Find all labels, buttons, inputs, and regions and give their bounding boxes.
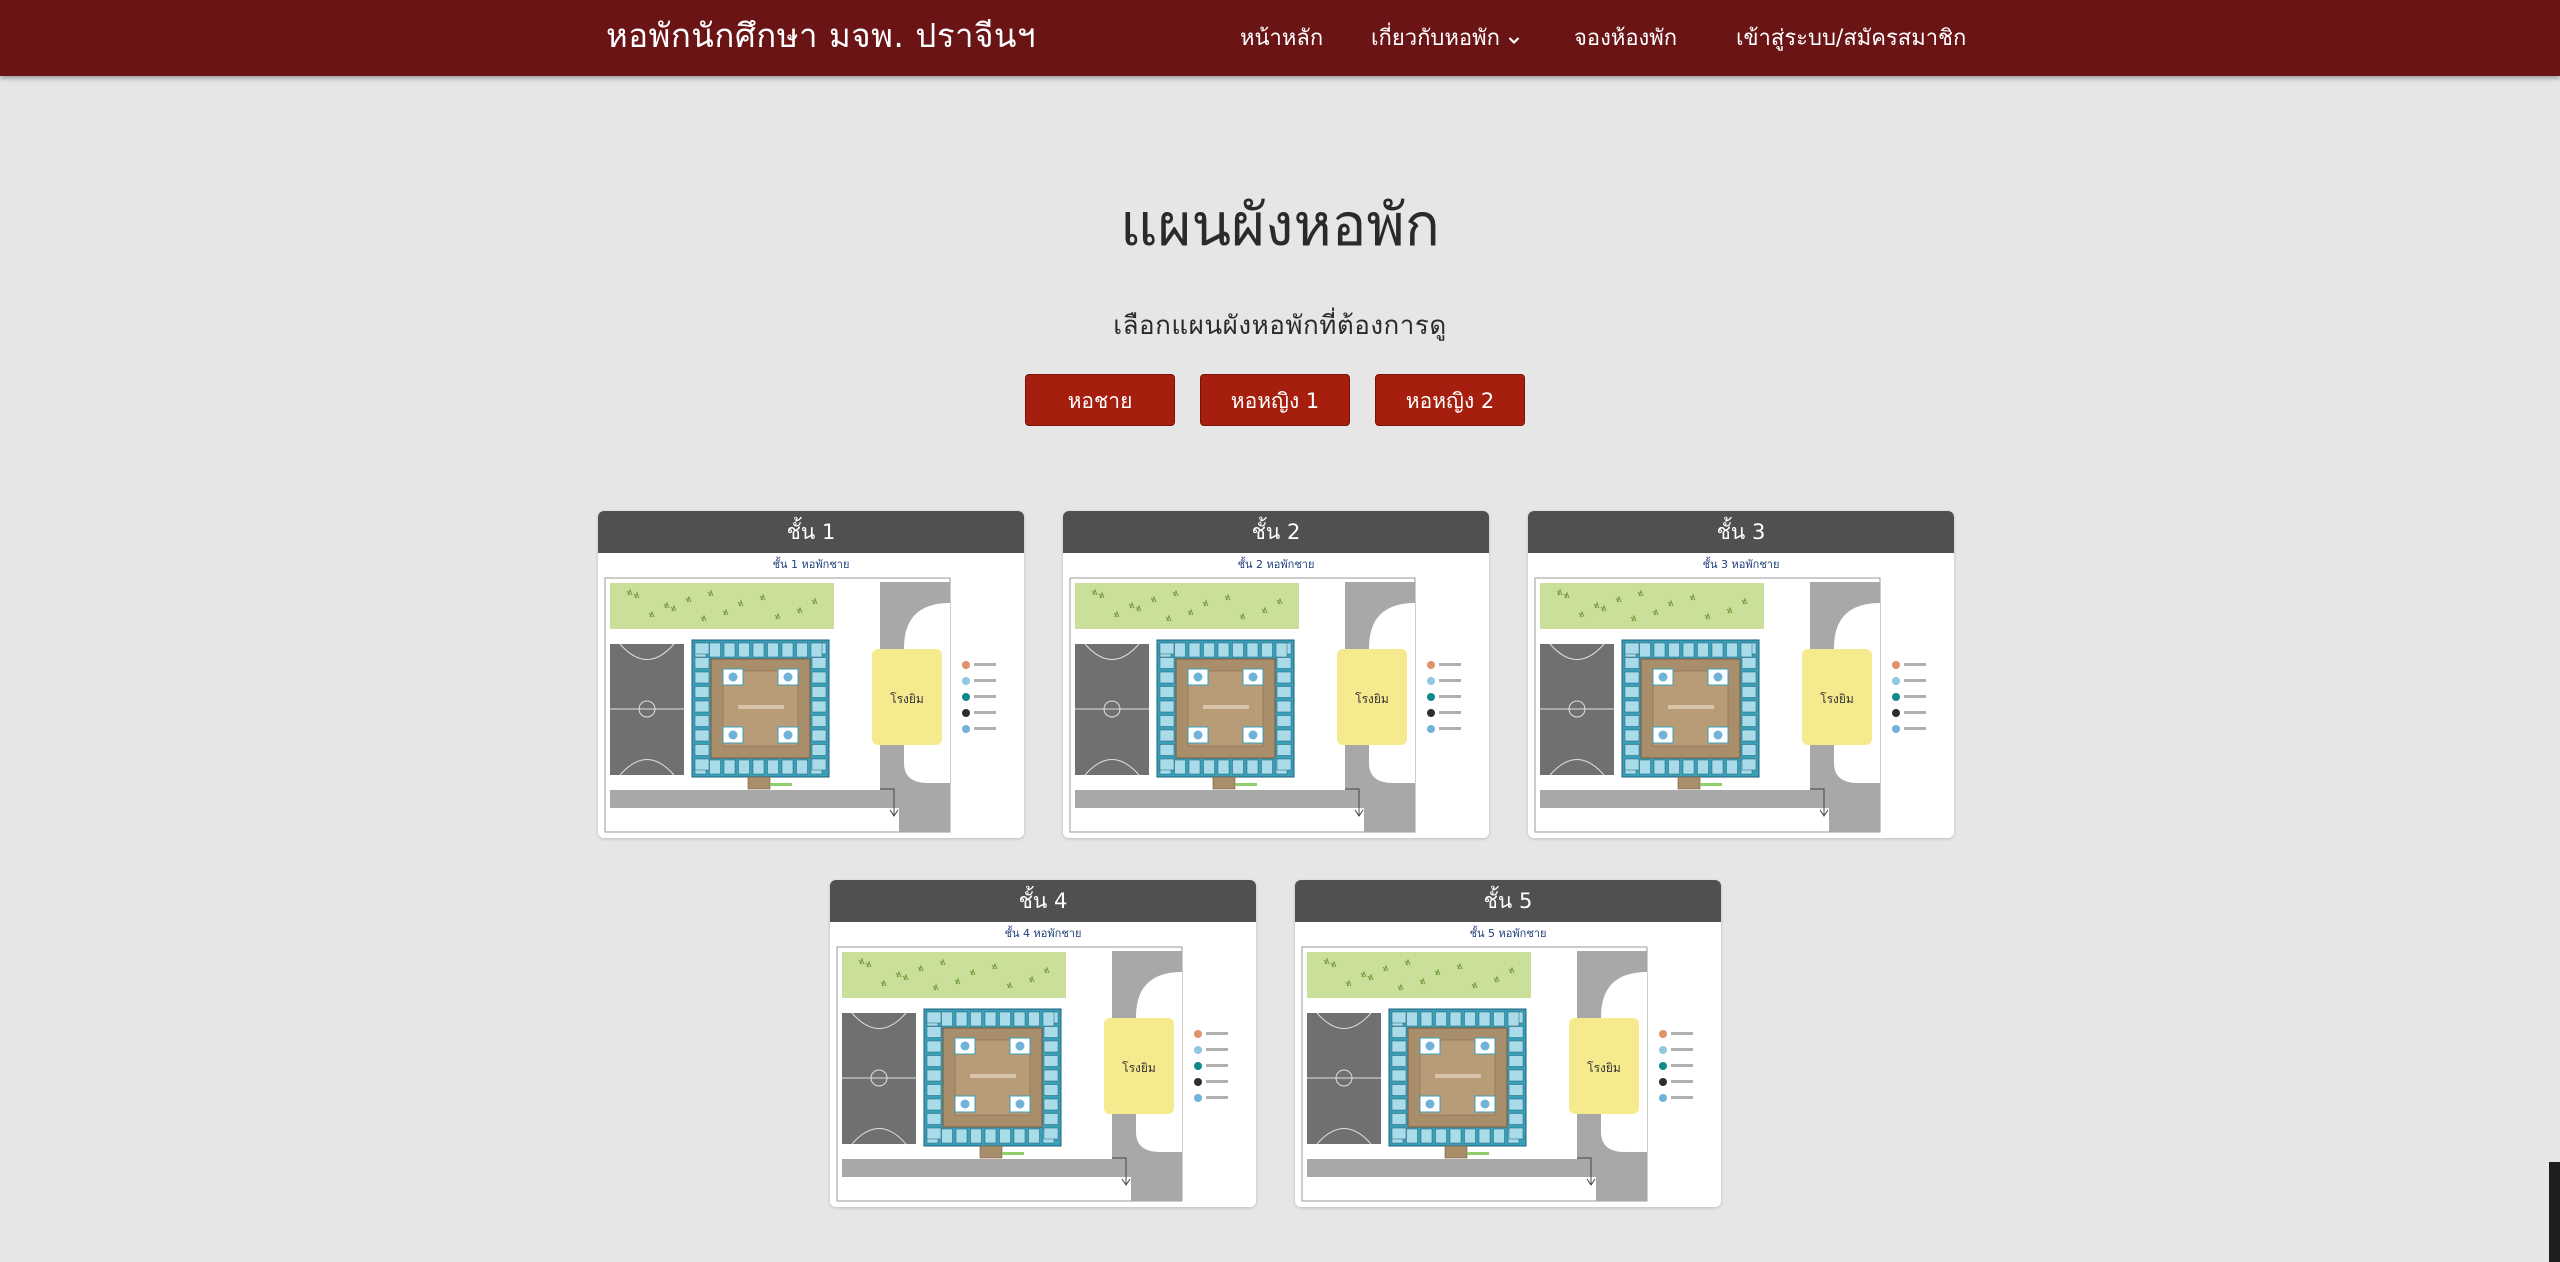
page-subtitle: เลือกแผนผังหอพักที่ต้องการดู — [1113, 311, 1447, 341]
floor-plan-image[interactable]: ชั้น 5 หอพักชายโรงยิม — [1295, 922, 1721, 1207]
page-title: แผนผังหอพัก — [1120, 191, 1440, 259]
site-brand[interactable]: หอพักนักศึกษา มจพ. ปราจีนฯ — [606, 12, 1036, 60]
floor-card-1[interactable]: ชั้น 1 ชั้น 1 หอพักชายโรงยิม — [598, 511, 1024, 838]
floor-card-header: ชั้น 3 — [1528, 511, 1954, 553]
floor-card-header: ชั้น 5 — [1295, 880, 1721, 922]
plan-title: ชั้น 3 หอพักชาย — [1703, 556, 1780, 571]
floor-plan-image[interactable]: ชั้น 2 หอพักชายโรงยิม — [1063, 553, 1489, 838]
nav-booking[interactable]: จองห้องพัก — [1574, 24, 1677, 54]
floor-card-4[interactable]: ชั้น 4 ชั้น 4 หอพักชายโรงยิม — [830, 880, 1256, 1207]
scrollbar-thumb[interactable] — [2549, 1162, 2560, 1262]
nav-login-register[interactable]: เข้าสู่ระบบ/สมัครสมาชิก — [1736, 24, 1966, 54]
female-dorm-2-button[interactable]: หอหญิง 2 — [1375, 374, 1525, 426]
nav-home[interactable]: หน้าหลัก — [1240, 24, 1323, 54]
male-dorm-button[interactable]: หอชาย — [1025, 374, 1175, 426]
gym-label: โรงยิม — [890, 692, 924, 706]
gym-label: โรงยิม — [1820, 692, 1854, 706]
floor-card-header: ชั้น 4 — [830, 880, 1256, 922]
floor-card-3[interactable]: ชั้น 3 ชั้น 3 หอพักชายโรงยิม — [1528, 511, 1954, 838]
chevron-down-icon — [1508, 24, 1520, 54]
plan-title: ชั้น 4 หอพักชาย — [1005, 925, 1082, 940]
top-navbar: หอพักนักศึกษา มจพ. ปราจีนฯ หน้าหลัก เกี่… — [0, 0, 2560, 76]
floor-card-2[interactable]: ชั้น 2 ชั้น 2 หอพักชายโรงยิม — [1063, 511, 1489, 838]
floor-plan-image[interactable]: ชั้น 4 หอพักชายโรงยิม — [830, 922, 1256, 1207]
gym-label: โรงยิม — [1587, 1061, 1621, 1075]
plan-title: ชั้น 1 หอพักชาย — [773, 556, 850, 571]
plan-title: ชั้น 5 หอพักชาย — [1470, 925, 1547, 940]
floor-card-header: ชั้น 1 — [598, 511, 1024, 553]
gym-label: โรงยิม — [1122, 1061, 1156, 1075]
gym-label: โรงยิม — [1355, 692, 1389, 706]
floor-plan-image[interactable]: ชั้น 3 หอพักชายโรงยิม — [1528, 553, 1954, 838]
floor-card-5[interactable]: ชั้น 5 ชั้น 5 หอพักชายโรงยิม — [1295, 880, 1721, 1207]
plan-title: ชั้น 2 หอพักชาย — [1238, 556, 1315, 571]
nav-about-dropdown[interactable]: เกี่ยวกับหอพัก — [1371, 24, 1520, 54]
floor-plan-image[interactable]: ชั้น 1 หอพักชายโรงยิม — [598, 553, 1024, 838]
floor-card-header: ชั้น 2 — [1063, 511, 1489, 553]
female-dorm-1-button[interactable]: หอหญิง 1 — [1200, 374, 1350, 426]
